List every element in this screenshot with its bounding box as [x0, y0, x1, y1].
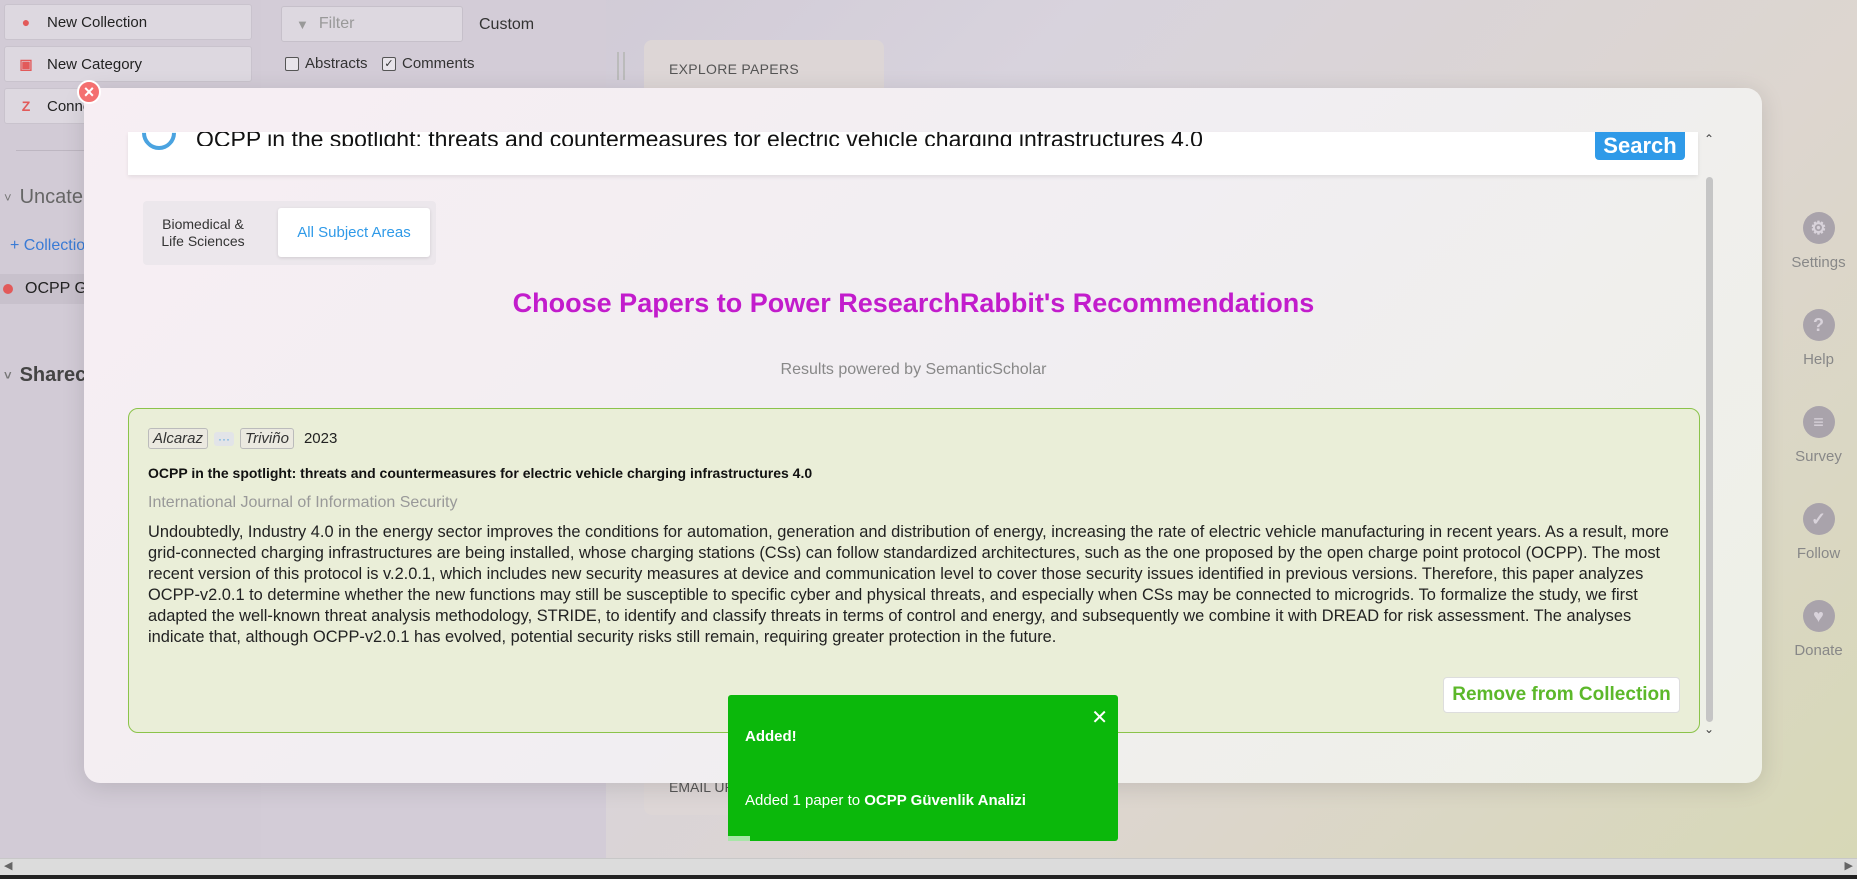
toast-message: Added 1 paper to OCPP Güvenlik Analizi [745, 792, 1026, 809]
bottom-edge [0, 875, 1857, 879]
paper-journal: International Journal of Information Sec… [148, 494, 458, 511]
scroll-up-icon[interactable]: ⌃ [1704, 132, 1714, 146]
search-input[interactable]: OCPP in the spotlight: threats and count… [196, 132, 1203, 146]
survey-nav[interactable]: ≡ Survey [1780, 406, 1857, 465]
heart-icon: ♥ [1802, 600, 1835, 632]
toast-message-prefix: Added 1 paper to [745, 792, 865, 809]
search-bar: OCPP in the spotlight: threats and count… [128, 108, 1698, 175]
paper-year: 2023 [303, 430, 338, 447]
new-collection-label: New Collection [47, 13, 148, 31]
toast-progress-bar [728, 836, 750, 841]
explore-title: EXPLORE PAPERS [669, 61, 799, 77]
filter-input[interactable]: ▼ Filter [281, 6, 463, 42]
donate-label: Donate [1794, 642, 1843, 659]
settings-label: Settings [1791, 254, 1846, 271]
tab-biomedical[interactable]: Biomedical & Life Sciences [153, 210, 253, 256]
toast-collection-name: OCPP Güvenlik Analizi [864, 792, 1026, 809]
twitter-icon: ✓ [1802, 503, 1835, 535]
column-resize-handle[interactable] [617, 52, 625, 80]
subject-tabs: Biomedical & Life Sciences All Subject A… [143, 201, 436, 265]
author-tag[interactable]: Triviño [240, 428, 294, 449]
author-tag[interactable]: Alcaraz [148, 428, 209, 449]
tab-all-subject-areas[interactable]: All Subject Areas [278, 208, 430, 257]
gear-icon: ⚙ [1802, 212, 1835, 244]
close-icon[interactable]: × [77, 80, 101, 104]
settings-nav[interactable]: ⚙ Settings [1780, 212, 1857, 271]
paper-title: OCPP in the spotlight: threats and count… [148, 465, 813, 481]
add-collection-link[interactable]: + Collectio [10, 237, 85, 255]
zotero-icon: Z [21, 98, 31, 114]
survey-label: Survey [1795, 448, 1842, 465]
new-category-label: New Category [47, 55, 143, 73]
filter-icon: ▼ [296, 16, 309, 32]
scrollbar-thumb[interactable] [1706, 177, 1713, 722]
abstracts-label: Abstracts [305, 55, 368, 72]
new-collection-icon: ● [21, 14, 31, 30]
abstracts-checkbox[interactable]: Abstracts [285, 55, 368, 72]
modal-scrollbar[interactable]: ⌃ ⌄ [1702, 132, 1717, 740]
new-category-icon: ▣ [19, 55, 33, 72]
close-icon[interactable]: ✕ [1091, 705, 1108, 730]
paper-authors: Alcaraz ··· Triviño 2023 [148, 428, 337, 449]
page-title: Choose Papers to Power ResearchRabbit's … [512, 288, 1315, 318]
uncategorized-label: Uncate [19, 186, 83, 208]
toast-title: Added! [745, 728, 797, 745]
follow-label: Follow [1796, 545, 1841, 562]
uncategorized-header[interactable]: ˅ Uncate [0, 186, 83, 209]
scroll-right-icon[interactable]: ▶ [1845, 859, 1853, 872]
paper-abstract: Undoubtedly, Industry 4.0 in the energy … [148, 523, 1669, 646]
new-collection-button[interactable]: ● New Collection [4, 4, 252, 40]
comments-label: Comments [402, 55, 475, 72]
scroll-left-icon[interactable]: ◀ [4, 859, 12, 872]
remove-from-collection-button[interactable]: Remove from Collection [1443, 677, 1680, 713]
donate-nav[interactable]: ♥ Donate [1780, 600, 1857, 659]
search-button[interactable]: Search [1595, 132, 1685, 160]
follow-nav[interactable]: ✓ Follow [1780, 503, 1857, 562]
comments-checkbox[interactable]: ✓ Comments [382, 55, 475, 72]
scroll-down-icon[interactable]: ⌄ [1704, 722, 1714, 736]
more-authors-button[interactable]: ··· [214, 431, 235, 446]
custom-sort-label[interactable]: Custom [479, 16, 534, 34]
new-category-button[interactable]: ▣ New Category [4, 46, 252, 82]
chevron-down-icon: ˅ [4, 190, 12, 205]
horizontal-scrollbar[interactable]: ◀ ▶ [0, 858, 1857, 875]
comments-checkbox-box[interactable]: ✓ [382, 56, 396, 71]
powered-by-text: Results powered by SemanticScholar [780, 361, 1047, 378]
filter-placeholder: Filter [318, 15, 355, 32]
toast-notification: ✕ Added! Added 1 paper to OCPP Güvenlik … [728, 695, 1118, 841]
chat-icon: ≡ [1802, 406, 1835, 438]
abstracts-checkbox-box[interactable] [285, 56, 299, 71]
